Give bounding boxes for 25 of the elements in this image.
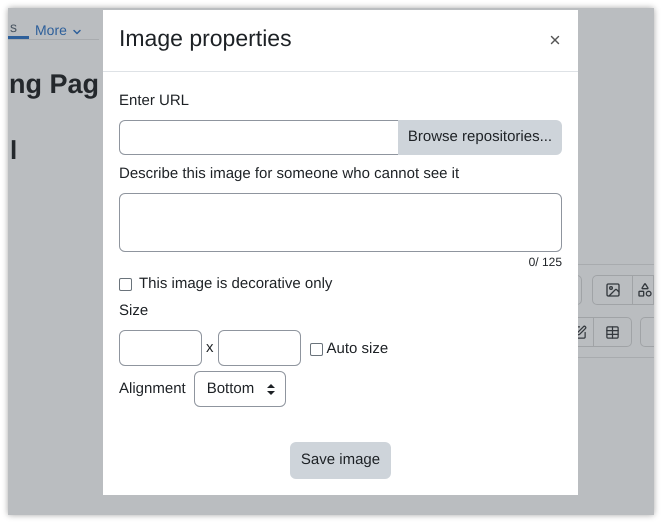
height-field[interactable]	[218, 330, 300, 366]
dialog-title: Image properties	[119, 24, 292, 54]
alignment-label: Alignment	[119, 378, 186, 399]
auto-size-label: Auto size	[326, 338, 388, 359]
alignment-select[interactable]: Bottom	[194, 371, 286, 407]
nav-tab[interactable]: s	[8, 17, 29, 39]
alt-text-label: Describe this image for someone who cannot see it	[119, 164, 460, 184]
url-field[interactable]	[119, 120, 398, 155]
save-image-button[interactable]: Save image	[290, 442, 391, 479]
browse-repositories-button[interactable]: Browse repositories...	[398, 120, 562, 155]
image-icon	[604, 282, 620, 298]
width-field[interactable]	[119, 330, 202, 366]
size-separator: x	[205, 338, 214, 358]
table-icon	[605, 324, 620, 340]
decorative-label: This image is decorative only	[139, 274, 332, 294]
section-heading: l	[10, 134, 18, 166]
checkbox[interactable]	[119, 278, 132, 290]
alt-text-field[interactable]	[119, 193, 562, 252]
sort-caret-icon	[266, 384, 275, 394]
size-label: Size	[119, 301, 150, 320]
url-label: Enter URL	[119, 91, 190, 111]
shapes-icon	[637, 282, 653, 298]
page-heading: ng Pag	[9, 68, 100, 101]
checkbox[interactable]	[310, 342, 322, 356]
character-count: 0/ 125	[528, 254, 562, 270]
